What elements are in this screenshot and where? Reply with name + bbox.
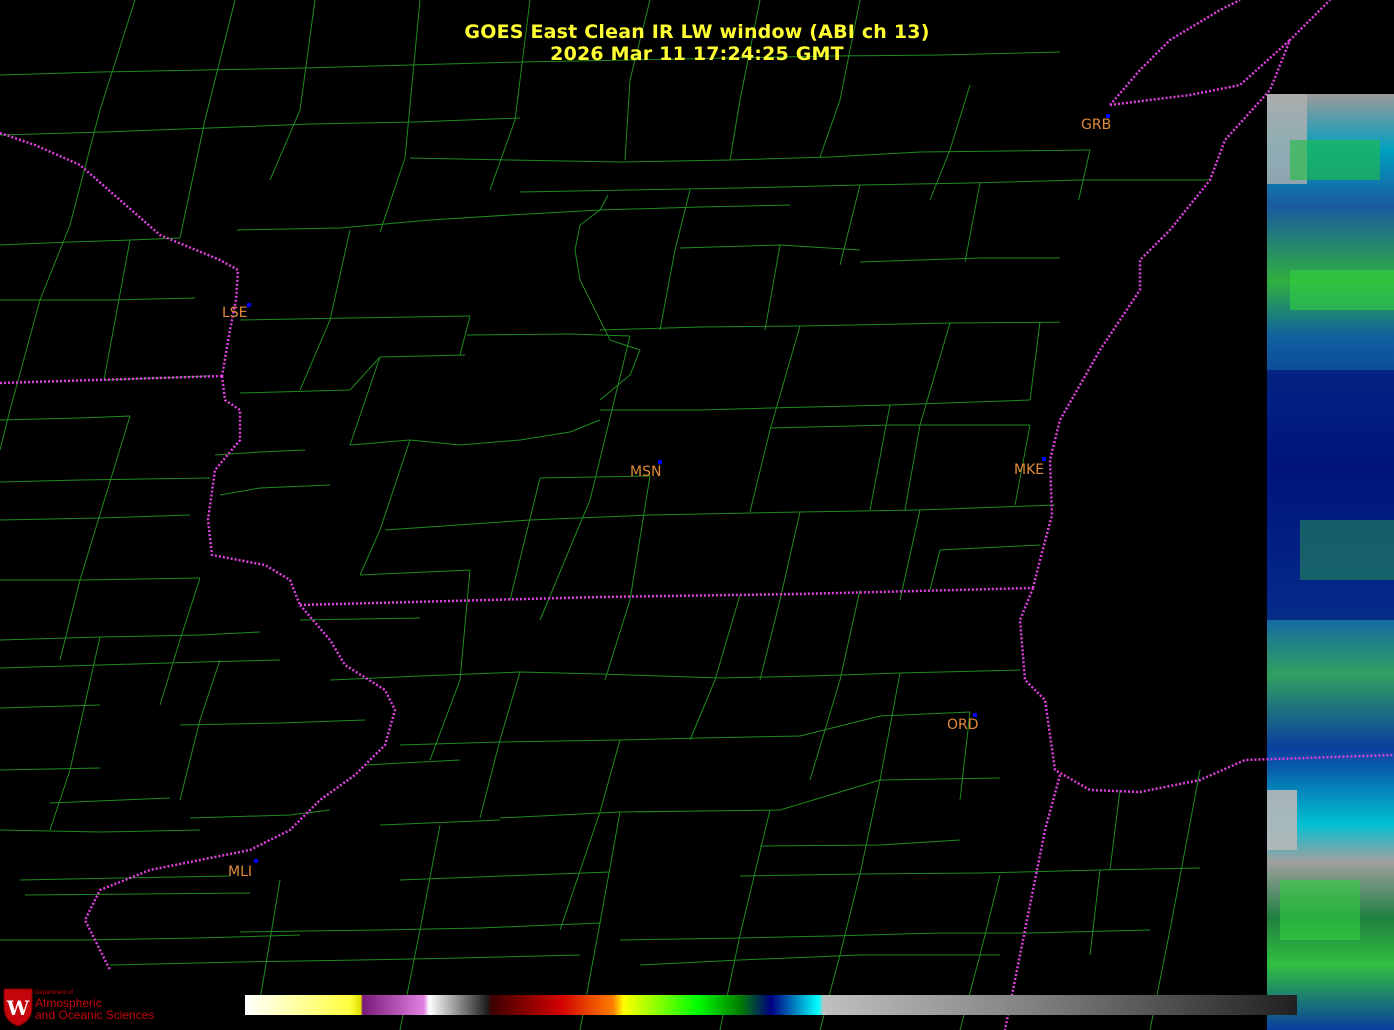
department-line2: and Oceanic Sciences xyxy=(35,1008,155,1022)
color-scale-bar xyxy=(245,995,1297,1015)
city-label-ord: ORD xyxy=(947,717,979,733)
department-name: Department of Atmospheric and Oceanic Sc… xyxy=(35,990,154,1021)
map-timestamp: 2026 Mar 11 17:24:25 GMT xyxy=(550,43,844,65)
city-marker xyxy=(1042,457,1046,461)
map-title: GOES East Clean IR LW window (ABI ch 13) xyxy=(464,21,930,43)
city-label-mli: MLI xyxy=(228,864,253,880)
city-marker xyxy=(247,303,251,307)
svg-text:W: W xyxy=(6,996,30,1020)
city-marker xyxy=(254,859,258,863)
city-label-lse: LSE xyxy=(222,305,248,321)
satellite-imagery-strip xyxy=(1267,94,1394,1030)
city-label-msn: MSN xyxy=(630,464,662,480)
city-label-grb: GRB xyxy=(1081,117,1112,133)
city-label-mke: MKE xyxy=(1014,462,1045,478)
satellite-map xyxy=(0,0,1394,1030)
county-lines xyxy=(0,0,1210,1030)
